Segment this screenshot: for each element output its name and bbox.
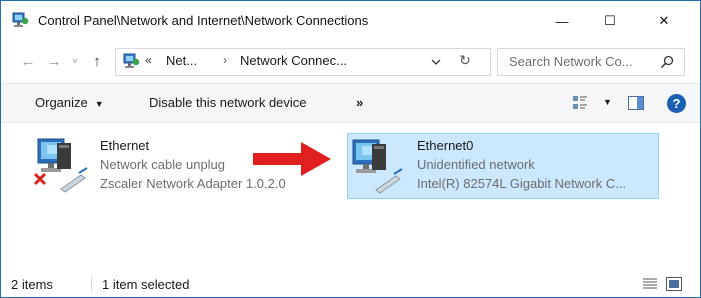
connection-name: Ethernet0 [417,138,474,153]
chevron-down-icon: ˅ [72,56,78,66]
back-button[interactable]: ← [17,50,39,72]
item-count: 2 items [11,277,53,292]
connection-status: Unidentified network [417,157,535,172]
command-bar: Organize ▼ Disable this network device » … [1,83,700,123]
maximize-button[interactable]: ☐ [587,1,633,41]
organize-menu[interactable]: Organize ▼ [35,95,104,110]
status-divider [91,276,92,292]
breadcrumb-overflow-button[interactable]: « [145,53,152,67]
network-connections-icon [12,12,29,27]
view-options-chevron-down-icon[interactable]: ▼ [603,97,612,107]
up-arrow-icon: ↑ [93,52,101,70]
connection-item-ethernet0[interactable]: Ethernet0 Unidentified network Intel(R) … [347,133,659,199]
connection-adapter: Intel(R) 82574L Gigabit Network C... [417,176,627,191]
window-title: Control Panel\Network and Internet\Netwo… [38,13,369,28]
search-icon[interactable] [660,55,674,69]
large-icons-view-icon[interactable] [666,277,682,291]
address-dropdown-icon[interactable] [428,54,444,70]
search-input[interactable]: Search Network Co... [497,48,685,76]
forward-button[interactable]: → [43,50,65,72]
up-button[interactable]: ↑ [86,50,108,72]
disable-device-button[interactable]: Disable this network device [149,95,307,110]
minimize-icon: — [555,13,569,29]
details-view-icon[interactable] [642,277,658,291]
back-arrow-icon: ← [20,52,36,70]
address-bar[interactable]: « Net... › Network Connec... ↻ [115,48,491,76]
red-arrow-icon [253,142,331,176]
maximize-icon: ☐ [604,13,616,28]
dropdown-arrow-icon: ▼ [94,99,104,109]
address-row: ← → ˅ ↑ « Net... › Network Connec... ↻ S… [1,44,700,80]
connection-details: Ethernet0 Unidentified network Intel(R) … [417,136,626,193]
forward-arrow-icon: → [46,52,62,70]
status-bar: 2 items 1 item selected [1,271,700,297]
refresh-icon[interactable]: ↻ [456,52,474,70]
search-placeholder: Search Network Co... [509,54,633,69]
more-commands-button[interactable]: » [356,95,363,110]
change-view-icon[interactable] [572,95,588,111]
help-icon[interactable]: ? [667,94,686,113]
explorer-window: Control Panel\Network and Internet\Netwo… [0,0,701,298]
minimize-button[interactable]: — [539,1,585,41]
ethernet-adapter-icon [352,139,403,194]
title-bar[interactable]: Control Panel\Network and Internet\Netwo… [1,1,700,41]
selection-count: 1 item selected [102,277,190,292]
breadcrumb-separator-icon[interactable]: › [223,53,227,67]
red-x-icon [33,172,47,186]
breadcrumb-network-connections[interactable]: Network Connec... [240,53,347,68]
close-button[interactable]: ✕ [641,1,687,41]
network-connections-icon [123,53,140,68]
connection-adapter: Zscaler Network Adapter 1.0.2.0 [100,176,286,191]
breadcrumb-network-and-internet[interactable]: Net... [166,53,197,68]
close-icon: ✕ [658,13,670,28]
preview-pane-icon[interactable] [628,96,644,110]
recent-locations-button[interactable]: ˅ [68,50,82,72]
organize-label: Organize [35,95,88,110]
